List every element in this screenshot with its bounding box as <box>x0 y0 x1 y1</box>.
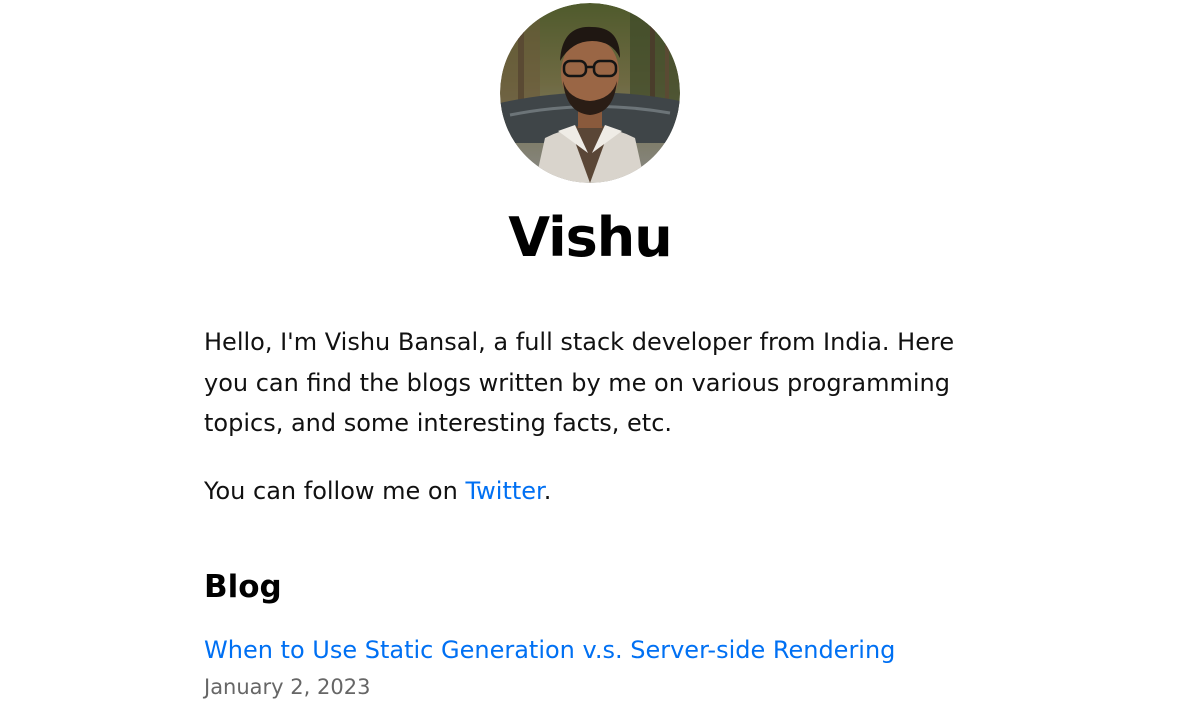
site-title: Vishu <box>508 206 672 269</box>
main-content: Hello, I'm Vishu Bansal, a full stack de… <box>204 322 964 701</box>
blog-section: Blog When to Use Static Generation v.s. … <box>204 567 964 701</box>
intro-paragraph: Hello, I'm Vishu Bansal, a full stack de… <box>204 328 955 437</box>
post-title-link[interactable]: When to Use Static Generation v.s. Serve… <box>204 633 895 667</box>
intro-section: Hello, I'm Vishu Bansal, a full stack de… <box>204 322 964 511</box>
list-item: When to Use Static Generation v.s. Serve… <box>204 607 964 701</box>
blog-heading: Blog <box>204 569 282 605</box>
follow-prefix: You can follow me on <box>204 476 466 505</box>
blog-post-list: When to Use Static Generation v.s. Serve… <box>204 607 964 701</box>
site-header: Vishu <box>0 0 1180 269</box>
follow-suffix: . <box>543 476 552 505</box>
twitter-link[interactable]: Twitter <box>465 477 543 505</box>
post-date: January 2, 2023 <box>204 675 371 699</box>
profile-avatar <box>500 3 680 183</box>
follow-paragraph: You can follow me on Twitter. <box>204 471 964 512</box>
